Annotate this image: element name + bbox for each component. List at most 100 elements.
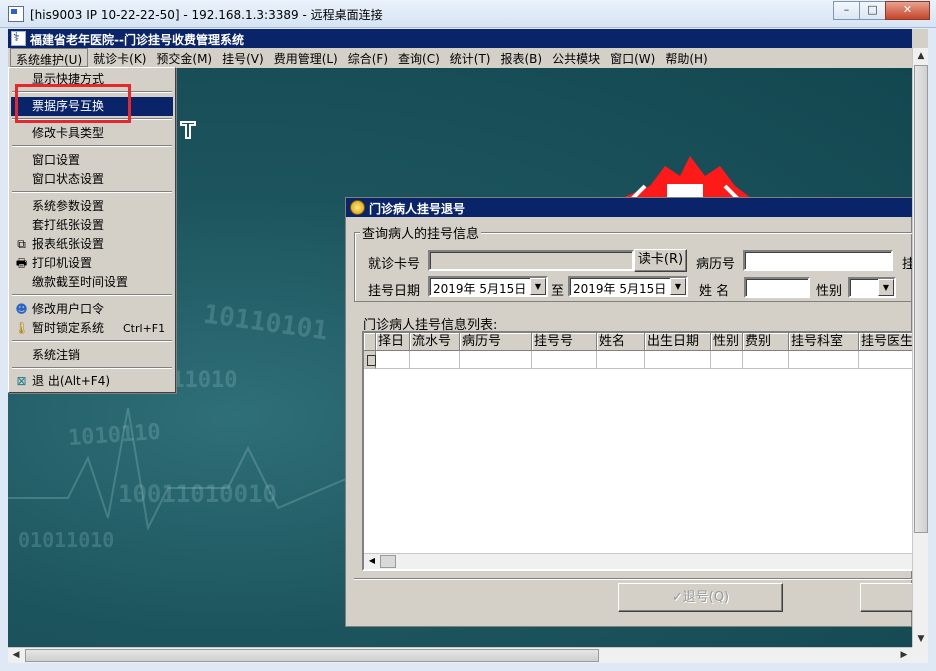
table-cell[interactable] xyxy=(645,351,711,369)
menu-query[interactable]: 查询(C) xyxy=(393,48,445,67)
menu-visit-card[interactable]: 就诊卡(K) xyxy=(88,48,151,67)
copy-icon: ⧉ xyxy=(17,237,26,251)
name-field[interactable] xyxy=(744,277,810,298)
menu-item-card-type[interactable]: 修改卡具类型 xyxy=(11,124,173,143)
menu-item-overlay-paper[interactable]: 套打纸张设置 xyxy=(11,216,173,235)
chevron-down-icon[interactable]: ▼ xyxy=(530,278,546,295)
table-cell[interactable] xyxy=(597,351,645,369)
menu-item-label: 系统参数设置 xyxy=(32,199,105,213)
menu-fee-management[interactable]: 费用管理(L) xyxy=(269,48,343,67)
chevron-down-icon[interactable]: ▼ xyxy=(670,278,686,295)
menu-item-exit[interactable]: ⊠ 退 出(Alt+F4) xyxy=(11,372,173,391)
column-header[interactable]: 性别 xyxy=(711,333,743,351)
menu-system-maintenance[interactable]: 系统维护(U) xyxy=(10,48,89,67)
column-header[interactable]: 费别 xyxy=(743,333,789,351)
scroll-right-icon[interactable]: ▶ xyxy=(896,648,912,663)
menu-item-system-params[interactable]: 系统参数设置 xyxy=(11,197,173,216)
menu-statistics[interactable]: 统计(T) xyxy=(445,48,496,67)
date-to-picker[interactable]: 2019年 5月15日 ▼ xyxy=(568,276,688,297)
scrollbar-corner xyxy=(912,647,928,663)
users-icon: ☻ xyxy=(15,302,28,316)
date-from-value: 2019年 5月15日 xyxy=(433,282,527,296)
dialog-divider xyxy=(354,578,914,580)
dialog-title-bar: 门诊病人挂号退号 xyxy=(346,198,913,217)
grid-corner xyxy=(364,333,376,351)
menu-item-payment-deadline[interactable]: 缴款截至时间设置 xyxy=(11,273,173,292)
menu-item-label: 修改用户口令 xyxy=(32,302,105,316)
menu-separator xyxy=(12,367,172,369)
registration-grid[interactable]: 择日 流水号 病历号 挂号号 姓名 出生日期 性别 费别 挂号科室 挂号医生 ◀ xyxy=(362,331,924,571)
menu-item-label: 套打纸张设置 xyxy=(32,218,105,232)
card-no-label: 就诊卡号 xyxy=(368,257,421,272)
date-from-picker[interactable]: 2019年 5月15日 ▼ xyxy=(428,276,548,297)
table-row[interactable] xyxy=(364,351,922,369)
scroll-thumb[interactable] xyxy=(380,555,396,568)
table-cell[interactable] xyxy=(376,351,410,369)
rdp-title-bar: [his9003 IP 10-22-22-50] - 192.168.1.3:3… xyxy=(0,0,936,28)
hospital-logo-icon xyxy=(11,30,26,46)
menu-item-lock-system[interactable]: 🌡 暂时锁定系统 Ctrl+F1 xyxy=(11,319,173,338)
column-header[interactable]: 挂号科室 xyxy=(789,333,859,351)
app-title-bar: 福建省老年医院--门诊挂号收费管理系统 xyxy=(8,29,912,48)
menu-item-window-settings[interactable]: 窗口设置 xyxy=(11,151,173,170)
grid-horizontal-scrollbar[interactable]: ◀ xyxy=(364,553,924,569)
highlight-annotation-box xyxy=(15,84,131,123)
vertical-scrollbar[interactable]: ▲ ▼ xyxy=(912,48,928,647)
his-app-window: 福建省老年医院--门诊挂号收费管理系统 系统维护(U) 就诊卡(K) 预交金(M… xyxy=(8,29,928,663)
scroll-thumb[interactable] xyxy=(914,65,928,533)
minimize-button[interactable]: – xyxy=(833,1,860,20)
menu-item-printer[interactable]: 🖶 打印机设置 xyxy=(11,254,173,273)
menu-prepayment[interactable]: 预交金(M) xyxy=(151,48,217,67)
gender-select[interactable]: ▼ xyxy=(848,277,896,298)
menu-registration[interactable]: 挂号(V) xyxy=(217,48,269,67)
table-cell[interactable] xyxy=(532,351,597,369)
menu-general[interactable]: 综合(F) xyxy=(343,48,393,67)
table-cell[interactable] xyxy=(460,351,532,369)
grid-header: 择日 流水号 病历号 挂号号 姓名 出生日期 性别 费别 挂号科室 挂号医生 xyxy=(364,333,922,351)
menu-reports[interactable]: 报表(B) xyxy=(495,48,547,67)
table-cell[interactable] xyxy=(711,351,743,369)
menu-item-window-state[interactable]: 窗口状态设置 xyxy=(11,170,173,189)
column-header[interactable]: 姓名 xyxy=(597,333,645,351)
close-button[interactable]: ✕ xyxy=(885,1,930,20)
shortcut-label: Ctrl+F1 xyxy=(123,322,166,335)
scroll-left-icon[interactable]: ◀ xyxy=(8,648,24,663)
chevron-down-icon[interactable]: ▼ xyxy=(878,279,894,296)
dialog-icon xyxy=(350,200,365,215)
restore-button[interactable]: □ xyxy=(859,1,886,20)
horizontal-scrollbar[interactable]: ◀ ▶ xyxy=(8,647,912,663)
menu-window[interactable]: 窗口(W) xyxy=(605,48,660,67)
column-header[interactable]: 流水号 xyxy=(410,333,460,351)
scroll-thumb[interactable] xyxy=(25,649,599,662)
date-to-value: 2019年 5月15日 xyxy=(573,282,667,296)
column-header[interactable]: 择日 xyxy=(376,333,410,351)
menu-separator xyxy=(12,294,172,296)
exit-icon: ⊠ xyxy=(16,374,27,388)
dialog-title: 门诊病人挂号退号 xyxy=(369,202,466,216)
record-no-field[interactable] xyxy=(743,250,893,271)
scroll-down-icon[interactable]: ▼ xyxy=(913,631,928,647)
exit-dialog-button[interactable] xyxy=(860,583,920,612)
menu-item-logout[interactable]: 系统注销 xyxy=(11,346,173,365)
column-header[interactable]: 病历号 xyxy=(460,333,532,351)
record-no-label: 病历号 xyxy=(696,257,736,272)
table-cell[interactable] xyxy=(743,351,789,369)
refund-button[interactable]: ✓退号(Q) xyxy=(618,583,783,612)
scroll-left-icon[interactable]: ◀ xyxy=(364,554,380,568)
scroll-up-icon[interactable]: ▲ xyxy=(913,48,928,64)
menu-item-label: 缴款截至时间设置 xyxy=(32,275,129,289)
table-cell[interactable] xyxy=(410,351,460,369)
to-label: 至 xyxy=(551,284,565,299)
menu-item-label: 窗口设置 xyxy=(32,153,81,167)
menu-help[interactable]: 帮助(H) xyxy=(660,48,712,67)
table-cell[interactable] xyxy=(789,351,859,369)
menu-item-change-password[interactable]: ☻ 修改用户口令 xyxy=(11,300,173,319)
rdp-window-title: [his9003 IP 10-22-22-50] - 192.168.1.3:3… xyxy=(30,8,383,22)
menu-common-modules[interactable]: 公共模块 xyxy=(547,48,605,67)
column-header[interactable]: 挂号号 xyxy=(532,333,597,351)
card-no-field[interactable] xyxy=(428,250,634,271)
menu-item-report-paper[interactable]: ⧉ 报表纸张设置 xyxy=(11,235,173,254)
name-label: 姓 名 xyxy=(699,284,730,299)
column-header[interactable]: 出生日期 xyxy=(645,333,711,351)
read-card-button[interactable]: 读卡(R) xyxy=(634,249,687,272)
